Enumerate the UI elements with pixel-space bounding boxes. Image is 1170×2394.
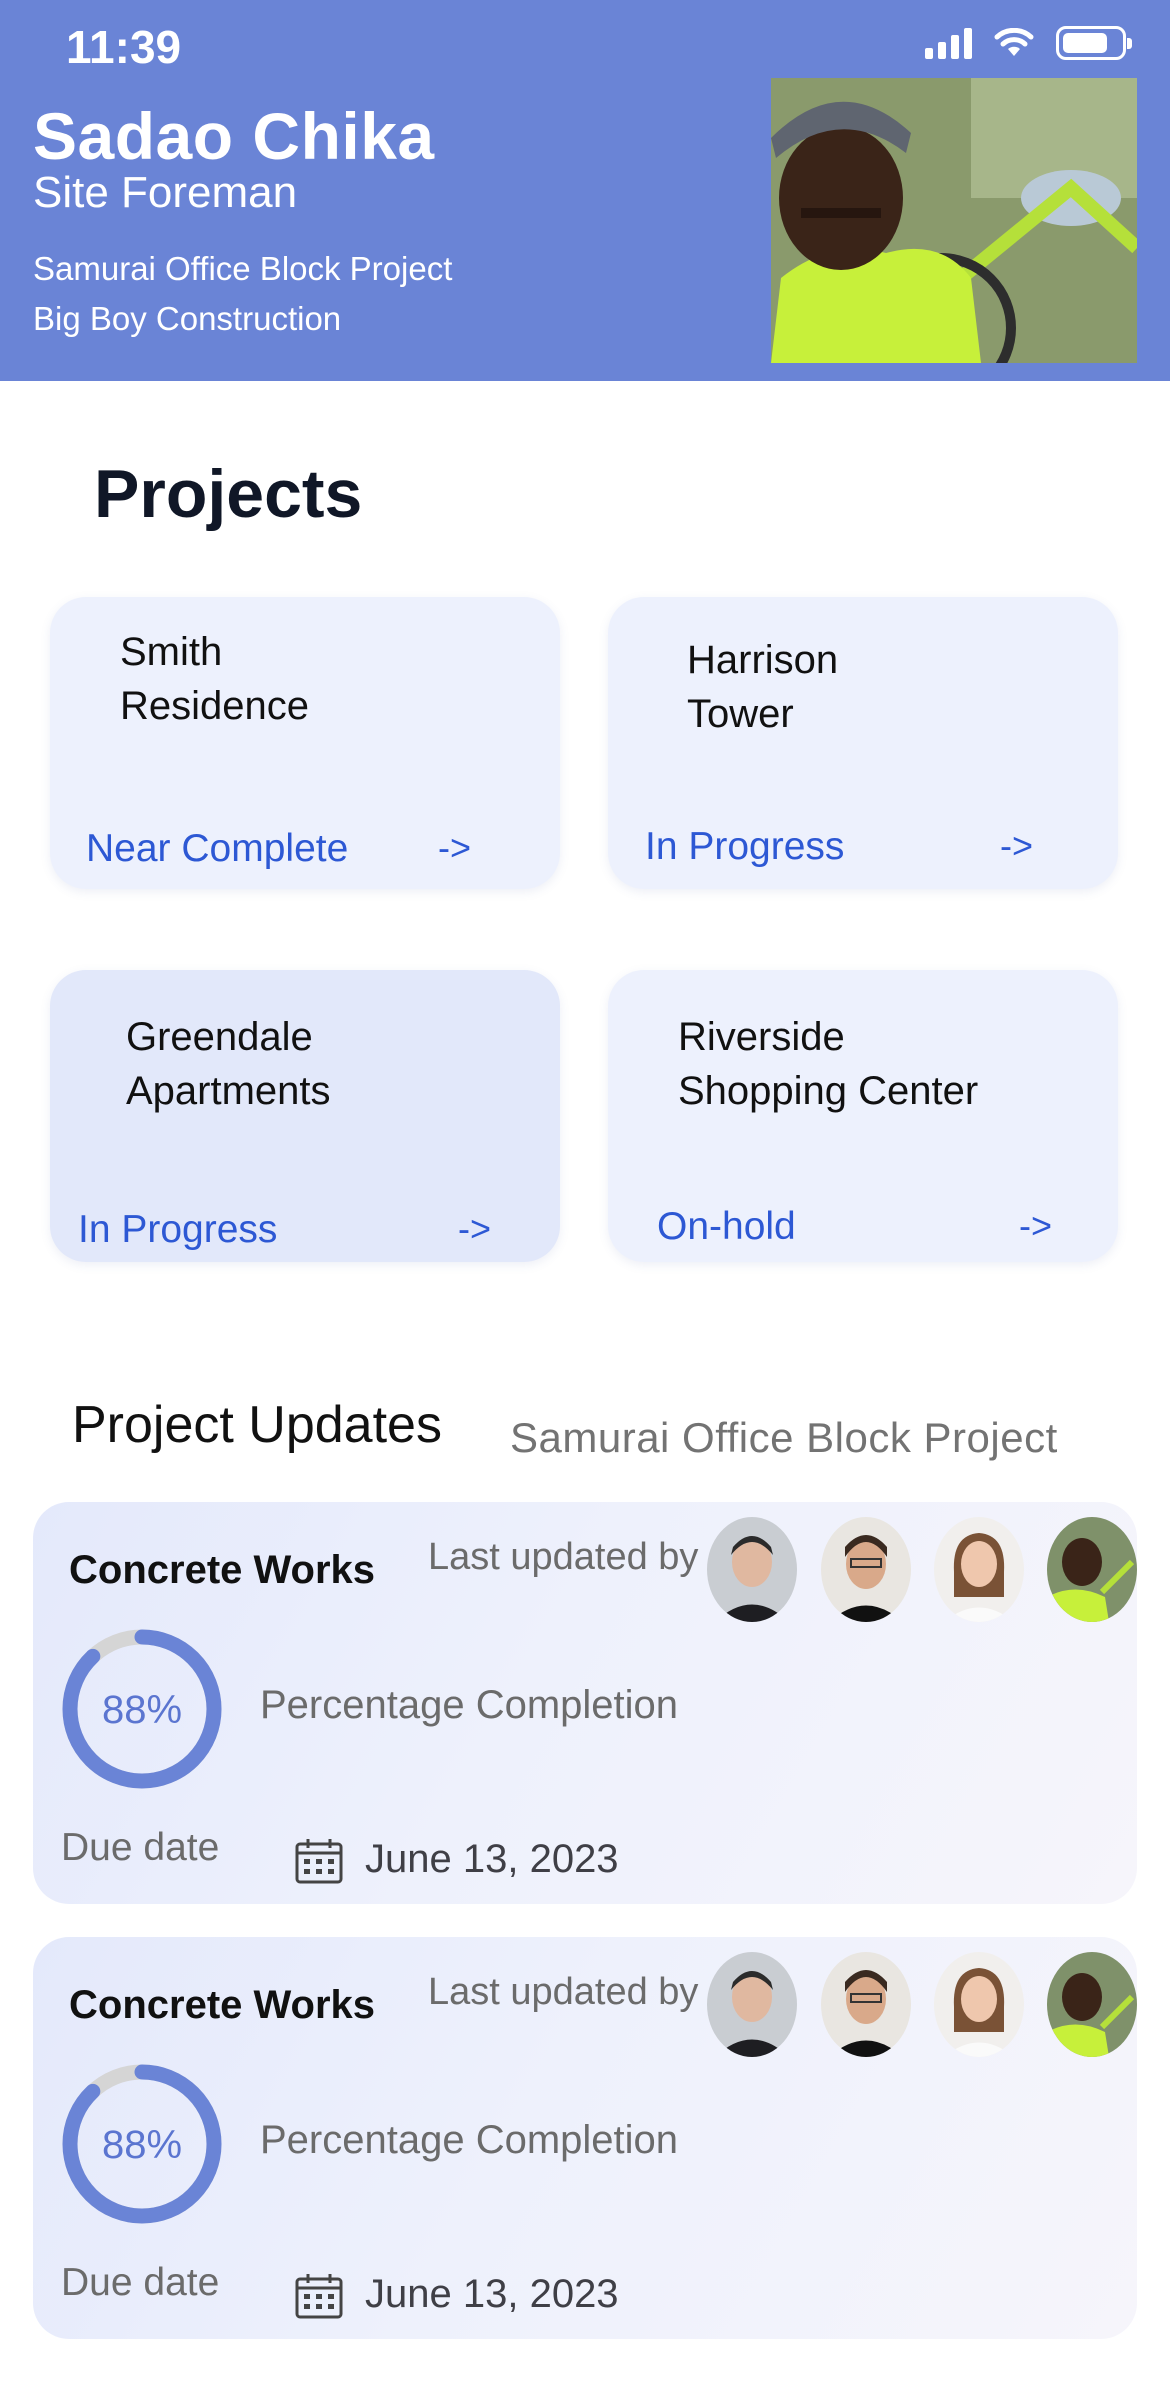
progress-percentage: 88%	[101, 1688, 183, 1732]
project-status: Near Complete	[86, 827, 349, 870]
projects-title: Projects	[94, 456, 363, 532]
project-name-line: Residence	[120, 684, 310, 728]
update-card[interactable]: Concrete Works Last updated by 88% Perce…	[33, 1937, 1137, 2339]
avatar[interactable]	[1047, 1952, 1137, 2057]
project-card-smith-residence[interactable]: Smith Residence Near Complete ->	[50, 597, 560, 889]
progress-percentage: 88%	[101, 2123, 183, 2167]
project-card-riverside-shopping-center[interactable]: Riverside Shopping Center On-hold ->	[608, 970, 1118, 1262]
project-status: In Progress	[645, 825, 845, 868]
avatar[interactable]	[707, 1517, 797, 1622]
updater-avatars	[707, 1952, 1137, 2057]
open-project-arrow[interactable]: ->	[1019, 1205, 1052, 1247]
task-title: Concrete Works	[69, 1548, 376, 1592]
user-project: Samurai Office Block Project	[33, 250, 453, 287]
project-name: Riverside Shopping Center	[678, 1010, 978, 1118]
updater-avatars	[707, 1517, 1137, 1622]
profile-photo-illustration	[771, 78, 1137, 363]
status-icons	[925, 26, 1132, 60]
wifi-icon	[994, 28, 1034, 56]
avatar[interactable]	[1047, 1517, 1137, 1622]
project-name-line: Tower	[687, 692, 794, 736]
open-project-arrow[interactable]: ->	[1000, 825, 1033, 867]
project-name-line: Riverside	[678, 1015, 845, 1059]
cellular-signal-icon	[925, 27, 972, 59]
update-card[interactable]: Concrete Works Last updated by 88% Perce…	[33, 1502, 1137, 1904]
project-status: On-hold	[657, 1205, 796, 1248]
last-updated-by-label: Last updated by	[428, 1971, 699, 2013]
updates-project-name[interactable]: Samurai Office Block Project	[510, 1414, 1058, 1462]
progress-label: Percentage Completion	[260, 2118, 679, 2162]
avatar[interactable]	[707, 1952, 797, 2057]
due-date-label: Due date	[61, 2261, 220, 2304]
project-name-line: Greendale	[126, 1015, 313, 1059]
project-name-line: Harrison	[687, 638, 839, 682]
project-name: Greendale Apartments	[126, 1010, 331, 1118]
avatar[interactable]	[934, 1952, 1024, 2057]
due-date: June 13, 2023	[365, 2272, 619, 2316]
project-name: Harrison Tower	[687, 633, 838, 741]
status-time: 11:39	[66, 21, 182, 73]
calendar-icon	[295, 1839, 343, 1884]
open-project-arrow[interactable]: ->	[438, 827, 471, 869]
open-project-arrow[interactable]: ->	[458, 1208, 491, 1250]
avatar[interactable]	[934, 1517, 1024, 1622]
project-name-line: Smith	[120, 630, 223, 674]
user-name: Sadao Chika	[33, 99, 435, 173]
profile-header: 11:39 Sadao Chika Site Foreman Samurai O…	[0, 0, 1170, 381]
user-company: Big Boy Construction	[33, 300, 342, 337]
profile-photo[interactable]	[771, 78, 1137, 363]
user-role: Site Foreman	[33, 168, 298, 217]
due-date-label: Due date	[61, 1826, 220, 1869]
project-name: Smith Residence	[120, 625, 309, 733]
project-status: In Progress	[78, 1208, 278, 1251]
last-updated-by-label: Last updated by	[428, 1536, 699, 1578]
project-name-line: Apartments	[126, 1069, 331, 1113]
task-title: Concrete Works	[69, 1983, 376, 2027]
project-card-greendale-apartments[interactable]: Greendale Apartments In Progress ->	[50, 970, 560, 1262]
avatar[interactable]	[821, 1952, 911, 2057]
project-card-harrison-tower[interactable]: Harrison Tower In Progress ->	[608, 597, 1118, 889]
avatar[interactable]	[821, 1517, 911, 1622]
project-updates-title: Project Updates	[72, 1396, 442, 1454]
due-date: June 13, 2023	[365, 1837, 619, 1881]
progress-label: Percentage Completion	[260, 1683, 679, 1727]
battery-icon	[1056, 26, 1132, 60]
calendar-icon	[295, 2274, 343, 2319]
project-name-line: Shopping Center	[678, 1069, 979, 1113]
